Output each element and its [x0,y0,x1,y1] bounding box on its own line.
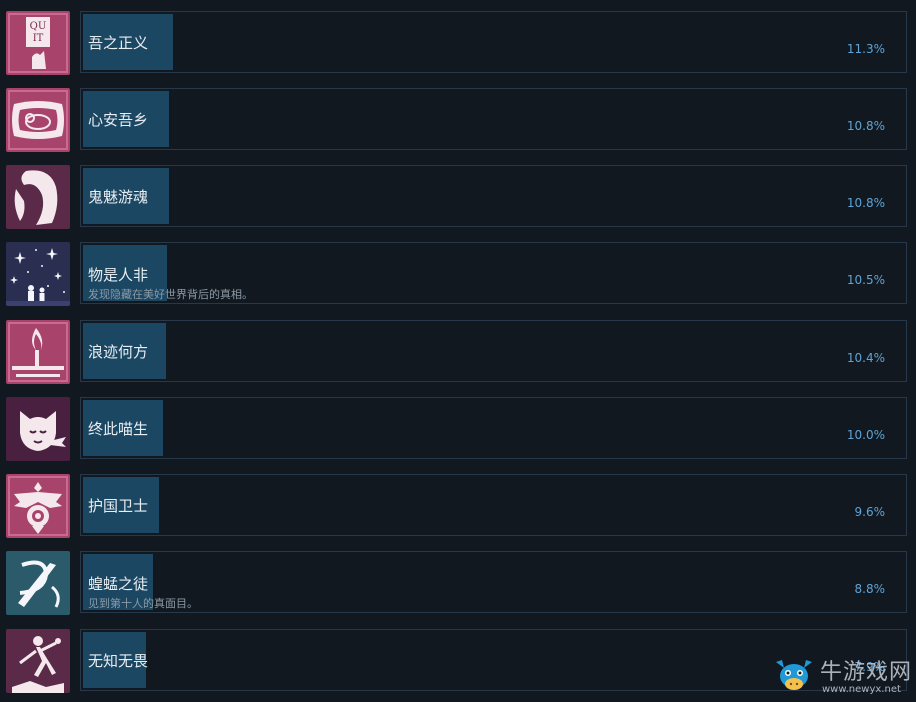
achievement-panel: 蝗蜢之徒 见到第十人的真面目。 8.8% [80,551,907,613]
achievement-percent: 8.8% [854,582,886,596]
sleeping-cat-pillow-icon [6,88,70,152]
achievement-percent: 9.6% [854,505,886,519]
achievement-list: QU IT 吾之正义 11.3% 心安吾乡 10.8% 鬼魅游魂 10.8% 物… [0,0,916,702]
achievement-percent: 11.3% [846,42,885,56]
site-watermark: 牛游戏网 www.newyx.net [770,652,916,702]
quit-sign-icon: QU IT [6,11,70,75]
watermark-brand: 牛游戏网 [820,660,913,685]
achievement-row[interactable]: 物是人非 发现隐藏在美好世界背后的真相。 10.5% [0,242,916,307]
achievement-panel: 浪迹何方 10.4% [80,320,907,382]
achievement-row[interactable]: 心安吾乡 10.8% [0,88,916,153]
achievement-name: 无知无畏 [88,652,149,670]
flame-lamp-icon [6,320,70,384]
achievement-panel: 护国卫士 9.6% [80,474,907,536]
achievement-panel: 吾之正义 11.3% [80,11,907,73]
achievement-name: 终此喵生 [88,420,149,438]
achievement-row[interactable]: 终此喵生 10.0% [0,397,916,462]
achievement-row[interactable]: 鬼魅游魂 10.8% [0,165,916,230]
achievement-panel: 心安吾乡 10.8% [80,88,907,150]
svg-text:QU: QU [30,21,47,32]
achievement-name: 蝗蜢之徒 [88,575,149,593]
achievement-name: 鬼魅游魂 [88,188,149,206]
eagle-emblem-icon [6,474,70,538]
sword-ribbon-icon [6,551,70,615]
achievement-panel: 鬼魅游魂 10.8% [80,165,907,227]
achievement-percent: 10.8% [846,196,885,210]
running-figure-icon [6,629,70,693]
achievement-panel: 物是人非 发现隐藏在美好世界背后的真相。 10.5% [80,242,907,304]
achievement-name: 浪迹何方 [88,343,149,361]
watermark-url: www.newyx.net [822,684,901,695]
achievement-row[interactable]: 护国卫士 9.6% [0,474,916,539]
achievement-description: 见到第十人的真面目。 [88,597,198,610]
achievement-description: 发现隐藏在美好世界背后的真相。 [88,288,253,301]
starry-night-children-icon [6,242,70,306]
achievement-percent: 10.0% [846,428,885,442]
achievement-row[interactable]: 蝗蜢之徒 见到第十人的真面目。 8.8% [0,551,916,616]
achievement-percent: 10.5% [846,273,885,287]
achievement-row[interactable]: QU IT 吾之正义 11.3% [0,11,916,76]
svg-text:IT: IT [33,33,44,44]
achievement-name: 吾之正义 [88,34,149,52]
achievement-name: 心安吾乡 [88,111,149,129]
cow-logo-icon [772,654,816,698]
achievement-percent: 10.4% [846,351,885,365]
achievement-row[interactable]: 浪迹何方 10.4% [0,320,916,385]
achievement-name: 物是人非 [88,266,149,284]
ghost-woman-icon [6,165,70,229]
achievement-percent: 10.8% [846,119,885,133]
achievement-name: 护国卫士 [88,497,149,515]
cat-head-icon [6,397,70,461]
achievement-panel: 终此喵生 10.0% [80,397,907,459]
